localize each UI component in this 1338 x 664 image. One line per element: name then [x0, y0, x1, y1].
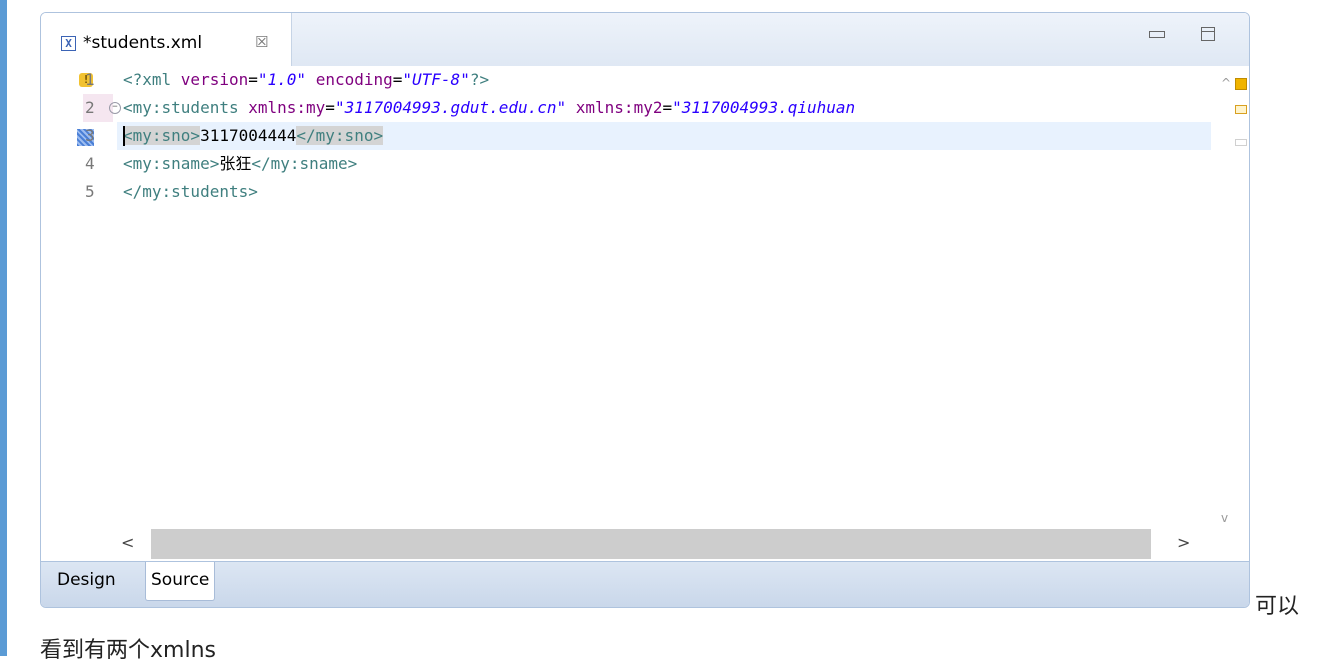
tab-source[interactable]: Source — [145, 562, 216, 601]
code-token: </my:sname> — [251, 154, 358, 173]
code-text: <my:sno>3117004444</my:sno> — [123, 122, 384, 150]
editor-page-tabs: Design Source — [41, 561, 1249, 607]
paragraph-text: 可以 — [1255, 594, 1300, 619]
scroll-down-icon[interactable]: v — [1221, 511, 1228, 525]
code-token: <my:sno> — [123, 126, 201, 145]
code-token: version — [180, 70, 249, 89]
xml-editor: X *students.xml ☒ ! 1 <?xml version="1.0" … — [40, 12, 1250, 608]
code-token: "UTF-8" — [402, 70, 470, 89]
overview-ruler: ^ v — [1219, 66, 1249, 542]
code-token: "1.0" — [257, 70, 307, 89]
horizontal-scrollbar[interactable]: < > — [69, 529, 1249, 559]
quote-bar — [0, 0, 7, 656]
code-token: ?> — [469, 70, 490, 89]
fold-collapse-icon[interactable]: − — [109, 102, 121, 114]
line-number: 3 — [85, 126, 95, 145]
code-token: = — [248, 70, 258, 89]
code-token: 张狂 — [219, 154, 252, 173]
scroll-left-icon[interactable]: < — [121, 533, 134, 552]
code-line[interactable]: 4 <my:sname>张狂</my:sname> — [69, 150, 1213, 178]
code-line[interactable]: 2− <my:students xmlns:my="3117004993.gdut… — [69, 94, 1213, 122]
code-token: <?xml — [123, 70, 181, 89]
code-token: = — [392, 70, 403, 89]
code-token: </my:sno> — [296, 126, 384, 145]
code-token: </my:students> — [123, 182, 258, 201]
code-text: </my:students> — [123, 178, 258, 206]
scroll-up-icon[interactable]: ^ — [1221, 76, 1231, 90]
minimize-icon[interactable] — [1149, 31, 1165, 38]
occurrence-overview-marker[interactable] — [1235, 105, 1247, 114]
code-line[interactable]: 3 <my:sno>3117004444</my:sno> — [69, 122, 1213, 150]
code-token: = — [325, 98, 335, 117]
text-caret — [123, 126, 125, 146]
paragraph-text-continued: 看到有两个xmlns — [40, 638, 216, 663]
code-line[interactable]: 5 </my:students> — [69, 178, 1213, 206]
code-token: "3117004993.qiuhuan — [672, 98, 856, 117]
code-token: <my:sname> — [123, 154, 220, 173]
code-text: <my:sname>张狂</my:sname> — [123, 150, 357, 178]
close-icon[interactable]: ☒ — [255, 33, 268, 51]
editor-tabbar: X *students.xml ☒ — [41, 13, 1249, 67]
tab-students-xml[interactable]: X *students.xml ☒ — [41, 13, 292, 66]
tabbar-background — [291, 13, 1249, 67]
xml-file-icon: X — [61, 36, 76, 51]
overview-marker[interactable] — [1235, 139, 1247, 146]
code-area[interactable]: ! 1 <?xml version="1.0" encoding="UTF-8"?>… — [69, 66, 1249, 542]
code-token: encoding — [315, 70, 393, 89]
line-number: 1 — [85, 70, 95, 89]
line-number: 2 — [85, 98, 95, 117]
code-token: 3117004444 — [200, 126, 297, 145]
scrollbar-thumb[interactable] — [151, 529, 1151, 559]
line-number: 5 — [85, 182, 95, 201]
tab-title: *students.xml — [83, 33, 203, 53]
code-token: xmlns:my — [248, 98, 326, 117]
code-token: "3117004993.gdut.edu.cn" — [334, 98, 567, 117]
tab-design[interactable]: Design — [53, 562, 120, 600]
code-text: <?xml version="1.0" encoding="UTF-8"?> — [123, 66, 489, 94]
maximize-icon[interactable] — [1201, 27, 1215, 41]
code-text: <my:students xmlns:my="3117004993.gdut.e… — [123, 94, 855, 122]
code-token: = — [662, 98, 673, 117]
warning-overview-marker[interactable] — [1235, 78, 1247, 90]
code-token: xmlns:my2 — [575, 98, 663, 117]
scroll-right-icon[interactable]: > — [1177, 533, 1190, 552]
code-token: <my:students — [123, 98, 249, 117]
line-number: 4 — [85, 154, 95, 173]
code-line[interactable]: ! 1 <?xml version="1.0" encoding="UTF-8"?> — [69, 66, 1213, 94]
